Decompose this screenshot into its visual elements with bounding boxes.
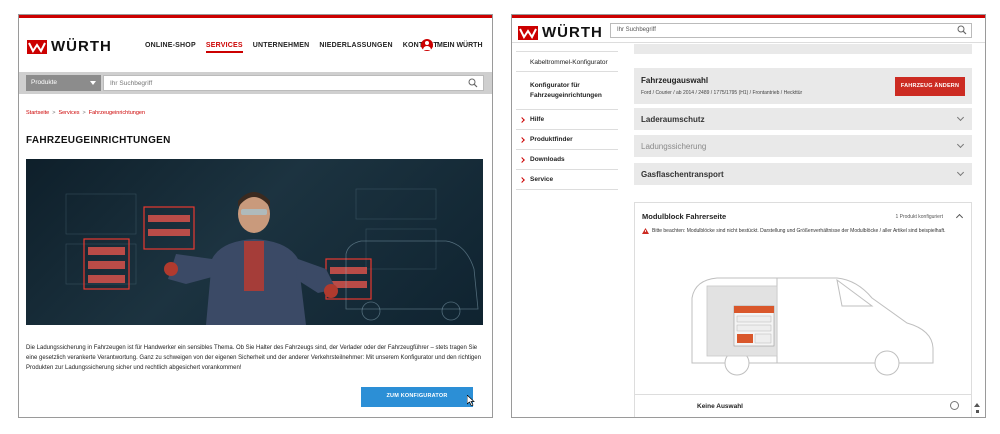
- vehicle-selection-summary: Ford / Courier / ab 2014 / 2489 / 1775/1…: [641, 90, 803, 96]
- van-preview-illustration: [691, 277, 934, 376]
- sidebar-previous-item-clipped: [516, 44, 618, 52]
- chevron-down-icon: [90, 81, 96, 85]
- sidebar-item-hilfe[interactable]: Hilfe: [516, 110, 618, 130]
- module-warning: Bitte beachten: Modulblöcke sind nicht b…: [642, 227, 962, 235]
- sidebar-item-kabeltrommel[interactable]: Kabeltrommel-Konfigurator: [516, 52, 618, 72]
- search-category-value: Produkte: [31, 79, 58, 86]
- warning-icon: [642, 228, 649, 234]
- wurth-logo-text: WÜRTH: [51, 38, 112, 55]
- wurth-logo-text: WÜRTH: [542, 24, 603, 41]
- search-placeholder: Ihr Suchbegriff: [617, 27, 656, 33]
- hero-illustration: [65, 188, 479, 325]
- configurator-content: Fahrzeugauswahl Ford / Courier / ab 2014…: [634, 44, 972, 417]
- sidebar-item-label: Downloads: [530, 156, 565, 163]
- nav-online-shop[interactable]: ONLINE-SHOP: [145, 42, 196, 53]
- search-input[interactable]: Ihr Suchbegriff: [610, 23, 972, 38]
- mouse-cursor-icon: [467, 395, 475, 406]
- nav-unternehmen[interactable]: UNTERNEHMEN: [253, 42, 310, 53]
- chevron-right-icon: [519, 176, 525, 183]
- breadcrumb-current: Fahrzeugeinrichtungen: [88, 110, 146, 116]
- configurator-button[interactable]: ZUM KONFIGURATOR: [361, 387, 473, 407]
- sidebar-item-label: Service: [530, 176, 554, 183]
- search-placeholder: Ihr Suchbegriff: [110, 80, 153, 87]
- option-label: Keine Auswahl: [697, 403, 743, 410]
- vehicle-selection-section: Fahrzeugauswahl Ford / Courier / ab 2014…: [634, 68, 972, 104]
- hero-image: [26, 159, 483, 325]
- breadcrumb: Startseite > Services > Fahrzeugeinricht…: [26, 110, 145, 116]
- accordion-previous-clipped: [634, 44, 972, 54]
- module-title: Modulblock Fahrerseite: [642, 212, 727, 221]
- accordion-title: Ladungssicherung: [641, 142, 707, 151]
- account-label: MEIN WÜRTH: [437, 41, 483, 49]
- sidebar-item-label: Produktfinder: [530, 136, 573, 143]
- wurth-logo-mark: [27, 39, 47, 54]
- search-icon[interactable]: [957, 25, 967, 35]
- accordion-ladungssicherung[interactable]: Ladungssicherung: [634, 135, 972, 157]
- configurator-page-panel: WÜRTH Ihr Suchbegriff Kabeltrommel-Konfi…: [511, 14, 986, 418]
- main-navigation: ONLINE-SHOP SERVICES UNTERNEHMEN NIEDERL…: [145, 42, 438, 53]
- sidebar-item-label: Hilfe: [530, 116, 545, 123]
- service-sidebar: Kabeltrommel-Konfigurator Konfigurator f…: [516, 44, 618, 194]
- scroll-to-top-control[interactable]: [973, 403, 981, 417]
- sidebar-item-fahrzeugeinrichtungen[interactable]: Konfigurator für Fahrzeugeinrichtungen: [516, 72, 618, 110]
- accordion-title: Gasflaschentransport: [641, 170, 724, 179]
- chevron-down-icon: [956, 140, 965, 149]
- option-row-keine-auswahl[interactable]: Keine Auswahl: [635, 394, 971, 417]
- wurth-logo[interactable]: WÜRTH: [518, 24, 603, 41]
- chevron-up-icon: [974, 403, 980, 407]
- chevron-right-icon: [519, 116, 525, 123]
- chevron-down-icon: [956, 168, 965, 177]
- search-category-select[interactable]: Produkte: [26, 75, 101, 91]
- page-title: FAHRZEUGEINRICHTUNGEN: [26, 135, 171, 146]
- my-wurth-account-link[interactable]: MEIN WÜRTH: [421, 39, 483, 51]
- header: WÜRTH Ihr Suchbegriff: [512, 18, 985, 43]
- accordion-gasflaschentransport[interactable]: Gasflaschentransport: [634, 163, 972, 185]
- intro-text: Die Ladungssicherung in Fahrzeugen ist f…: [26, 345, 481, 371]
- module-configured-count: 1 Produkt konfiguriert: [895, 214, 943, 220]
- option-radio[interactable]: [950, 401, 959, 410]
- wurth-logo-mark: [518, 25, 538, 40]
- breadcrumb-separator: >: [82, 110, 86, 116]
- breadcrumb-services[interactable]: Services: [58, 110, 79, 116]
- accordion-title: Laderaumschutz: [641, 115, 705, 124]
- nav-niederlassungen[interactable]: NIEDERLASSUNGEN: [319, 42, 392, 53]
- chevron-right-icon: [519, 156, 525, 163]
- search-input[interactable]: Ihr Suchbegriff: [103, 75, 484, 91]
- chevron-down-icon: [956, 113, 965, 122]
- scroll-indicator: [975, 410, 979, 413]
- module-driver-side-panel: Modulblock Fahrerseite 1 Produkt konfigu…: [634, 202, 972, 417]
- accordion-laderaumschutz[interactable]: Laderaumschutz: [634, 108, 972, 130]
- sidebar-item-service[interactable]: Service: [516, 170, 618, 190]
- brand-top-stripe: [19, 15, 492, 18]
- services-page-panel: WÜRTH ONLINE-SHOP SERVICES UNTERNEHMEN N…: [18, 14, 493, 418]
- chevron-up-icon[interactable]: [955, 213, 964, 222]
- nav-services[interactable]: SERVICES: [205, 42, 243, 53]
- wurth-logo[interactable]: WÜRTH: [27, 38, 112, 55]
- breadcrumb-startseite[interactable]: Startseite: [26, 110, 49, 116]
- search-bar: Produkte Ihr Suchbegriff: [19, 72, 492, 94]
- user-icon: [421, 39, 433, 51]
- sidebar-item-downloads[interactable]: Downloads: [516, 150, 618, 170]
- module-warning-text: Bitte beachten: Modulblöcke sind nicht b…: [652, 228, 946, 234]
- vehicle-selection-title: Fahrzeugauswahl: [641, 76, 709, 85]
- search-icon[interactable]: [468, 78, 478, 88]
- breadcrumb-separator: >: [52, 110, 56, 116]
- change-vehicle-button[interactable]: FAHRZEUG ÄNDERN: [895, 77, 965, 96]
- chevron-right-icon: [519, 136, 525, 143]
- sidebar-item-produktfinder[interactable]: Produktfinder: [516, 130, 618, 150]
